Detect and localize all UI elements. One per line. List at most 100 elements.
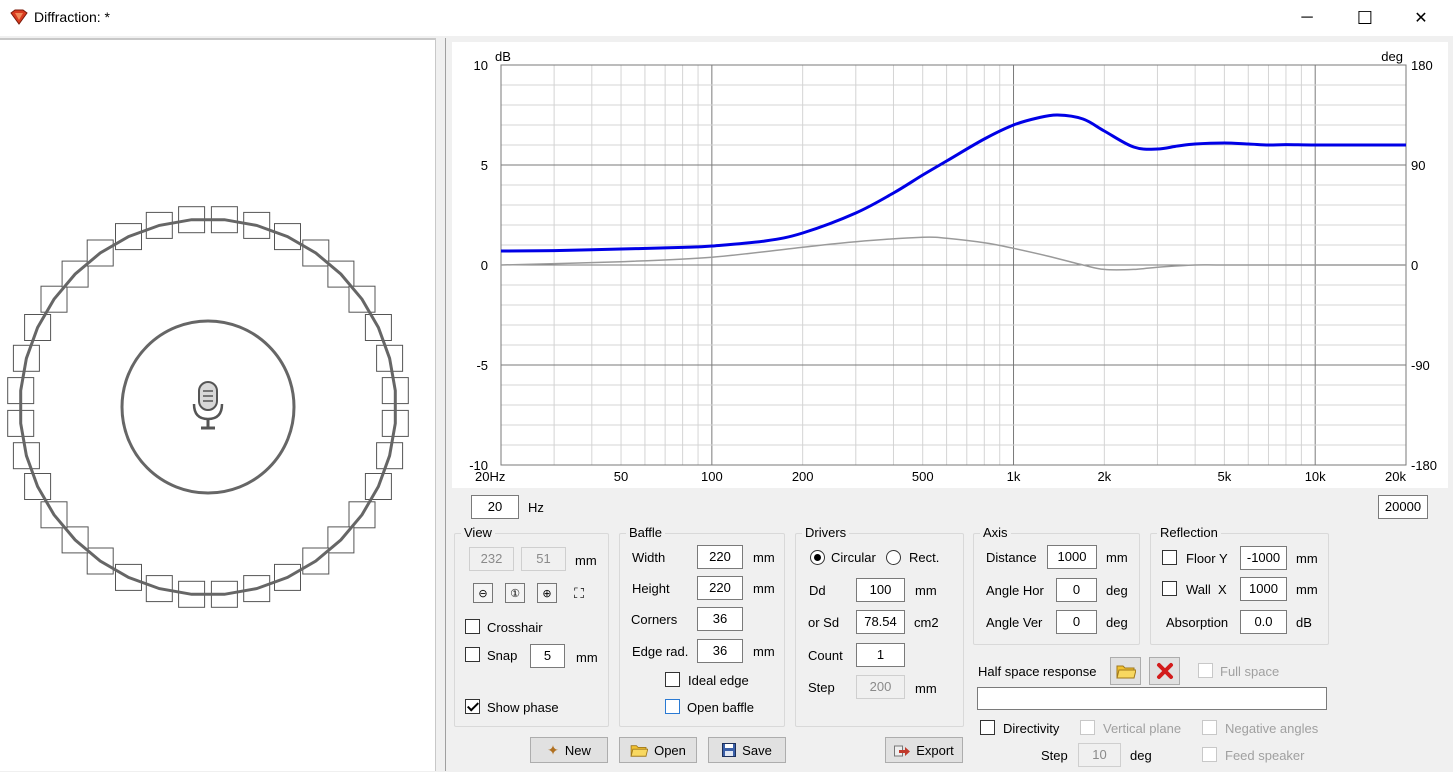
sd-field[interactable]: 78.54	[856, 610, 905, 634]
app-diamond-icon	[10, 9, 28, 25]
baffle-corners-field[interactable]: 36	[697, 607, 743, 631]
y2-tick-label: 180	[1411, 58, 1433, 73]
view-x-field[interactable]: 232	[469, 547, 514, 571]
crosshair-checkbox[interactable]	[465, 619, 480, 634]
minimize-button[interactable]: ─	[1284, 0, 1330, 36]
x-tick-label: 10k	[1305, 469, 1326, 484]
floor-label: Floor Y	[1186, 551, 1228, 566]
count-field[interactable]: 1	[856, 643, 905, 667]
wall-label: Wall	[1186, 582, 1211, 597]
vertical-plane-checkbox[interactable]	[1080, 720, 1095, 735]
y-tick-label: 5	[481, 158, 488, 173]
chart-plot: 20Hz 50 100 200 500 1k 2k 5k 10k 20k1050-5-101809…	[469, 49, 1437, 484]
freq-max-field[interactable]: 20000	[1378, 495, 1428, 519]
angle-ver-field[interactable]: 0	[1056, 610, 1097, 634]
save-button-label: Save	[742, 742, 772, 758]
save-button[interactable]: Save	[708, 737, 786, 763]
zoom-in-icon[interactable]: ⊕	[537, 583, 557, 603]
angle-hor-field[interactable]: 0	[1056, 578, 1097, 602]
full-space-label: Full space	[1220, 664, 1280, 679]
floor-field[interactable]: -1000	[1240, 546, 1287, 570]
pane-splitter[interactable]	[436, 38, 446, 771]
full-space-checkbox[interactable]	[1198, 663, 1213, 678]
half-space-path-field[interactable]	[977, 687, 1327, 710]
feed-speaker-checkbox[interactable]	[1202, 747, 1217, 762]
maximize-button[interactable]: ☐	[1342, 0, 1388, 36]
freq-unit-label: Hz	[528, 500, 544, 515]
open-baffle-checkbox[interactable]	[665, 699, 680, 714]
directivity-step-field[interactable]: 10	[1078, 743, 1121, 767]
drivers-group-title: Drivers	[802, 525, 850, 540]
x-tick-label: 200	[792, 469, 814, 484]
export-button[interactable]: Export	[885, 737, 963, 763]
rect-radio[interactable]	[886, 550, 901, 565]
export-button-label: Export	[916, 742, 954, 758]
open-baffle-label: Open baffle	[687, 700, 754, 715]
rect-label: Rect.	[909, 550, 940, 565]
baffle-edge-label: Edge rad.	[632, 644, 689, 659]
floor-checkbox[interactable]	[1162, 550, 1177, 565]
directivity-step-label: Step	[1041, 748, 1068, 763]
snap-checkbox[interactable]	[465, 647, 480, 662]
wall-checkbox[interactable]	[1162, 581, 1177, 596]
baffle-view-canvas[interactable]	[0, 38, 436, 771]
y-tick-label: -10	[469, 458, 488, 473]
angle-hor-unit: deg	[1106, 583, 1128, 598]
y2-axis-label: deg	[1381, 49, 1403, 64]
y-tick-label: 0	[481, 258, 488, 273]
folder-icon	[630, 745, 649, 757]
driver-step-field[interactable]: 200	[856, 675, 905, 699]
negative-angles-checkbox[interactable]	[1202, 720, 1217, 735]
wall-unit: mm	[1296, 582, 1318, 597]
fit-view-icon[interactable]: ⛶	[569, 583, 589, 603]
wall-field[interactable]: 1000	[1240, 577, 1287, 601]
circular-label: Circular	[831, 550, 876, 565]
driver-step-unit: mm	[915, 681, 937, 696]
view-group-title: View	[461, 525, 495, 540]
baffle-group-title: Baffle	[626, 525, 666, 540]
directivity-checkbox[interactable]	[980, 720, 995, 735]
baffle-edge-unit: mm	[753, 644, 775, 659]
y2-tick-label: -180	[1411, 458, 1437, 473]
zoom-reset-icon[interactable]: ①	[505, 583, 525, 603]
y-tick-label: 10	[474, 58, 488, 73]
absorption-field[interactable]: 0.0	[1240, 610, 1287, 634]
open-button[interactable]: Open	[619, 737, 697, 763]
snap-value-field[interactable]: 5	[530, 644, 565, 668]
zoom-out-icon[interactable]: ⊖	[473, 583, 493, 603]
angle-ver-unit: deg	[1106, 615, 1128, 630]
view-y-field[interactable]: 51	[521, 547, 566, 571]
axis-group-title: Axis	[980, 525, 1011, 540]
baffle-corners-label: Corners	[631, 612, 678, 627]
baffle-drawing[interactable]	[0, 40, 434, 769]
ideal-edge-checkbox[interactable]	[665, 672, 680, 687]
close-button[interactable]: ✕	[1398, 0, 1444, 36]
baffle-edge-field[interactable]: 36	[697, 639, 743, 663]
angle-ver-label: Angle Ver	[986, 615, 1043, 630]
baffle-height-field[interactable]: 220	[697, 576, 743, 600]
clear-red-x-icon[interactable]	[1149, 657, 1180, 685]
vertical-plane-label: Vertical plane	[1103, 721, 1182, 736]
driver-step-label: Step	[808, 680, 835, 695]
baffle-width-label: Width	[632, 550, 666, 565]
title-bar: Diffraction: * ─ ☐ ✕	[0, 0, 1453, 36]
freq-min-field[interactable]: 20	[471, 495, 519, 519]
x-tick-label: 2k	[1097, 469, 1111, 484]
new-button[interactable]: ✦ New	[530, 737, 608, 763]
x-tick-label: 100	[701, 469, 723, 484]
x-tick-label: 20k	[1385, 469, 1406, 484]
new-button-label: New	[564, 742, 591, 758]
ideal-edge-label: Ideal edge	[688, 673, 749, 688]
baffle-width-unit: mm	[753, 550, 775, 565]
dd-field[interactable]: 100	[856, 578, 905, 602]
floor-unit: mm	[1296, 551, 1318, 566]
baffle-width-field[interactable]: 220	[697, 545, 743, 569]
distance-field[interactable]: 1000	[1047, 545, 1097, 569]
open-folder-icon[interactable]	[1110, 657, 1141, 685]
microphone-icon	[192, 381, 224, 430]
circular-radio[interactable]	[810, 550, 825, 565]
show-phase-checkbox[interactable]	[465, 699, 480, 714]
floppy-disk-icon	[722, 743, 737, 757]
x-tick-label: 1k	[1007, 469, 1021, 484]
dd-unit: mm	[915, 583, 937, 598]
